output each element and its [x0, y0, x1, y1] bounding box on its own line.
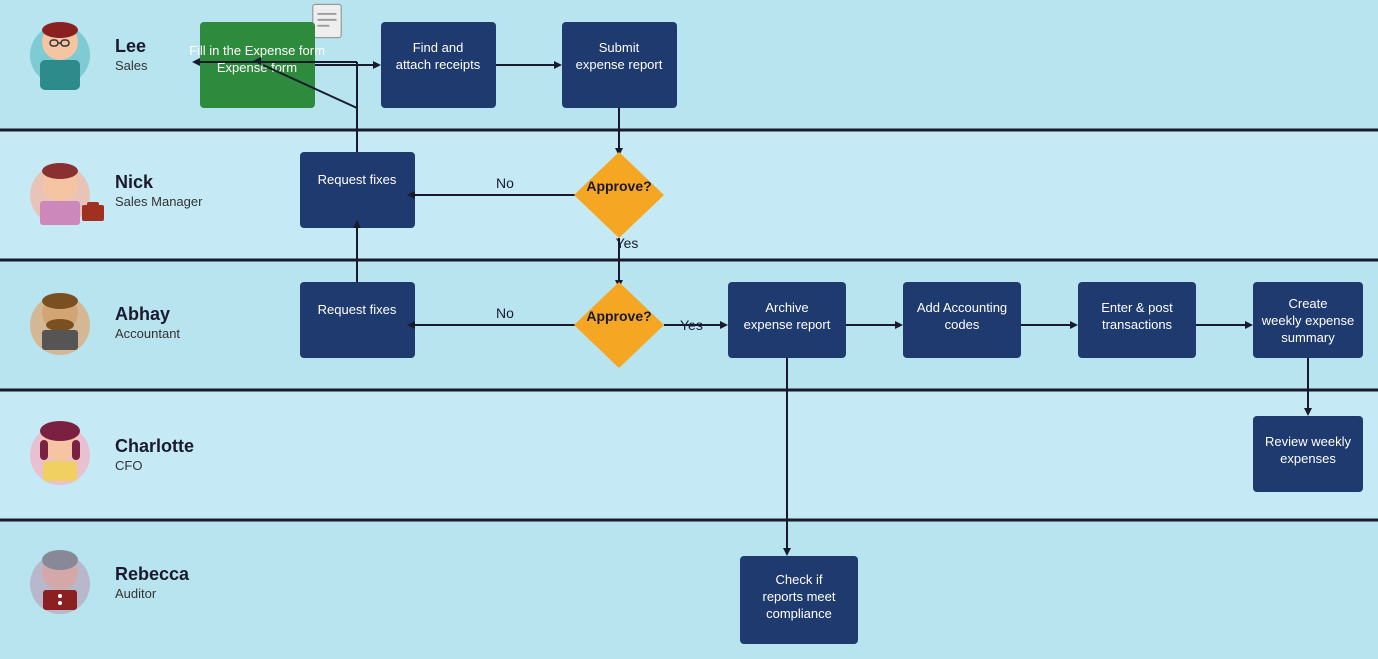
request-fixes-abhay-box: [300, 282, 415, 358]
svg-text:expense report: expense report: [744, 317, 831, 332]
svg-text:codes: codes: [945, 317, 980, 332]
svg-text:reports meet: reports meet: [763, 589, 836, 604]
no-label-abhay: No: [496, 305, 514, 321]
svg-text:Find and: Find and: [413, 40, 464, 55]
svg-text:transactions: transactions: [1102, 317, 1173, 332]
svg-text:Request fixes: Request fixes: [318, 172, 397, 187]
svg-text:Request fixes: Request fixes: [318, 302, 397, 317]
svg-text:expense report: expense report: [576, 57, 663, 72]
svg-text:Archive: Archive: [765, 300, 808, 315]
svg-text:weekly expense: weekly expense: [1261, 313, 1355, 328]
no-label-nick: No: [496, 175, 514, 191]
svg-text:CFO: CFO: [115, 458, 142, 473]
svg-text:expenses: expenses: [1280, 451, 1336, 466]
fill-form-label: Fill in the Expense form: [189, 43, 325, 58]
lee-role: Sales: [115, 58, 148, 73]
svg-text:Sales Manager: Sales Manager: [115, 194, 203, 209]
svg-text:Auditor: Auditor: [115, 586, 157, 601]
svg-text:Approve?: Approve?: [586, 308, 651, 324]
svg-text:Submit: Submit: [599, 40, 640, 55]
svg-text:attach receipts: attach receipts: [396, 57, 481, 72]
svg-text:Charlotte: Charlotte: [115, 436, 194, 456]
svg-text:Check if: Check if: [776, 572, 823, 587]
svg-text:Add Accounting: Add Accounting: [917, 300, 1007, 315]
svg-text:Accountant: Accountant: [115, 326, 180, 341]
svg-text:Nick: Nick: [115, 172, 154, 192]
svg-text:Rebecca: Rebecca: [115, 564, 190, 584]
lee-name: Lee: [115, 36, 146, 56]
svg-text:summary: summary: [1281, 330, 1335, 345]
svg-text:Abhay: Abhay: [115, 304, 170, 324]
svg-text:compliance: compliance: [766, 606, 832, 621]
svg-text:Enter & post: Enter & post: [1101, 300, 1173, 315]
svg-text:Create: Create: [1288, 296, 1327, 311]
svg-text:Approve?: Approve?: [586, 178, 651, 194]
svg-text:Review weekly: Review weekly: [1265, 434, 1351, 449]
request-fixes-nick-box: [300, 152, 415, 228]
